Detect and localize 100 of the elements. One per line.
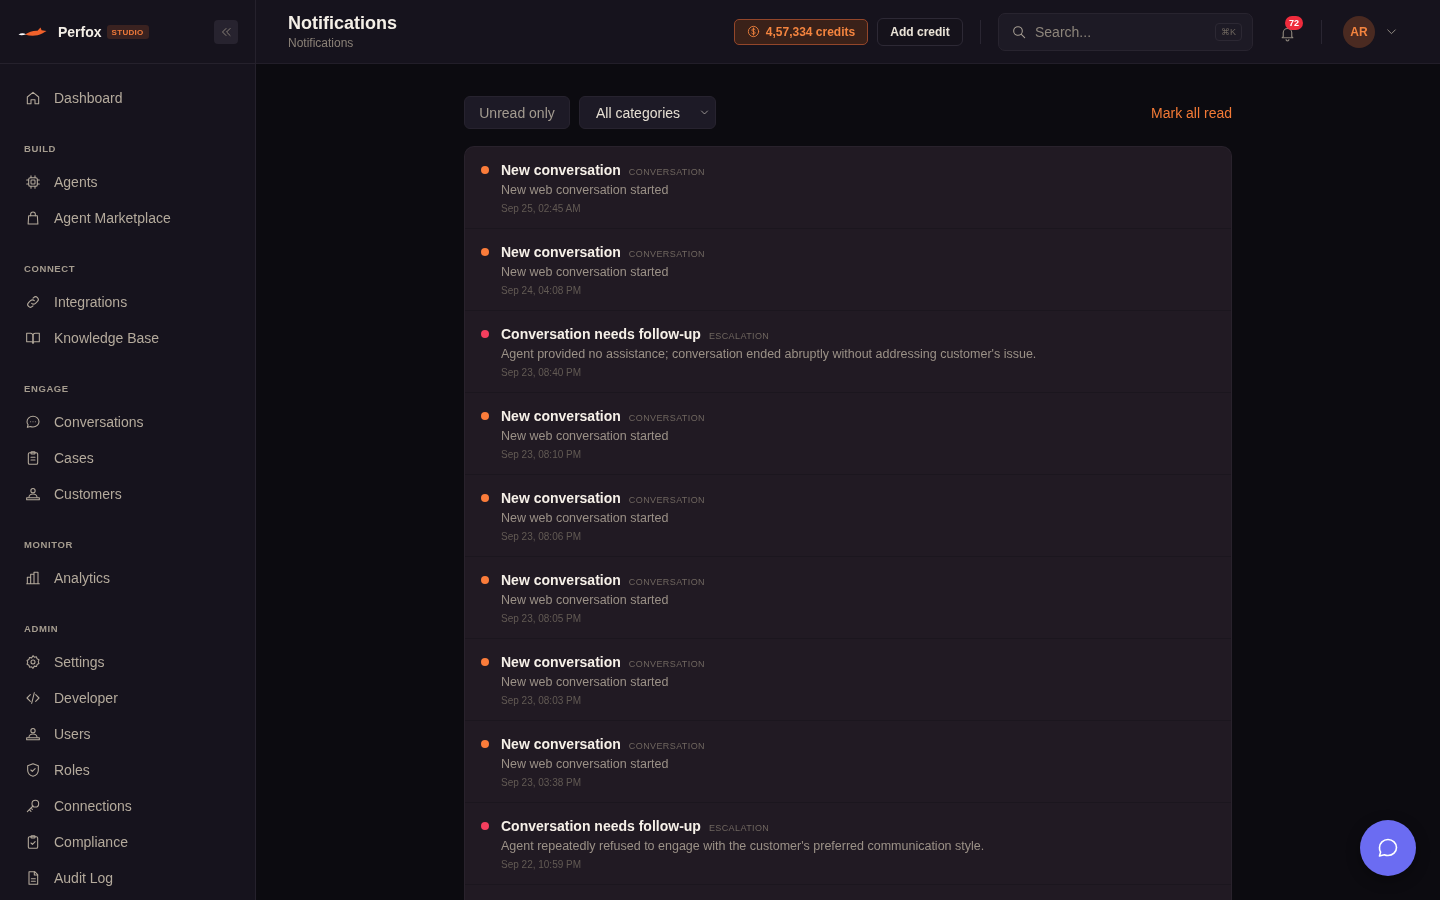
category-label: CONVERSATION xyxy=(628,741,705,751)
notification-count-badge: 72 xyxy=(1285,15,1303,30)
category-label: CONVERSATION xyxy=(628,659,705,669)
notification-item[interactable]: New conversation CONVERSATION New web conversation started Sep 23, 03:38 PM xyxy=(465,721,1231,803)
notification-item[interactable]: New conversation CONVERSATION New web conversation started Sep 23, 08:10 PM xyxy=(465,393,1231,475)
category-label: CONVERSATION xyxy=(628,577,705,587)
category-label: CONVERSATION xyxy=(628,249,705,259)
user-avatar[interactable]: AR xyxy=(1343,15,1375,48)
category-label: CONVERSATION xyxy=(628,413,705,423)
nav-item[interactable]: Analytics xyxy=(16,560,239,596)
notification-time: Sep 24, 04:08 PM xyxy=(501,284,582,298)
notification-title: New conversation xyxy=(501,161,621,179)
notification-description: New web conversation started xyxy=(501,428,669,445)
category-label: CONVERSATION xyxy=(628,495,705,505)
notification-description: New web conversation started xyxy=(501,592,669,609)
category-dropdown[interactable]: All categories xyxy=(579,96,716,129)
shopping-bag-icon xyxy=(25,210,41,226)
notification-item[interactable]: Conversation needs follow-up ESCALATION Agent provided no assistance; conversation ended abruptly without addressing customer's issue. Sep 23, 08:40 PM xyxy=(465,311,1231,393)
page-title: Notifications xyxy=(288,12,397,34)
settings-icon xyxy=(25,654,41,670)
notifications-button[interactable]: 72 xyxy=(1271,15,1304,48)
unread-only-toggle[interactable]: Unread only xyxy=(464,96,570,129)
notification-title: Conversation needs follow-up xyxy=(501,325,701,343)
chat-bubble-icon xyxy=(1376,836,1400,860)
nav-item[interactable]: Knowledge Base xyxy=(16,320,239,356)
studio-badge: STUDIO xyxy=(106,24,149,39)
chip-icon xyxy=(25,174,41,190)
mark-all-read-link[interactable]: Mark all read xyxy=(1151,104,1232,121)
notification-time: Sep 23, 08:06 PM xyxy=(501,530,582,544)
person-icon xyxy=(25,726,41,742)
notification-title: New conversation xyxy=(501,489,621,507)
document-icon xyxy=(25,870,41,886)
nav-item[interactable]: Conversations xyxy=(16,404,239,440)
key-icon xyxy=(25,798,41,814)
nav-item[interactable]: Settings xyxy=(16,644,239,680)
notification-title: New conversation xyxy=(501,407,621,425)
notification-item[interactable]: New conversation CONVERSATION New web conversation started Sep 23, 08:03 PM xyxy=(465,639,1231,721)
notification-time: Sep 25, 02:45 AM xyxy=(501,202,581,216)
notification-time: Sep 23, 03:38 PM xyxy=(501,776,582,790)
notification-title: New conversation xyxy=(501,735,621,753)
notification-time: Sep 23, 08:10 PM xyxy=(501,448,582,462)
clipboard-check-icon xyxy=(25,834,41,850)
search-icon xyxy=(1011,23,1027,40)
chevron-down-icon xyxy=(700,108,709,117)
nav-item[interactable]: Cases xyxy=(16,440,239,476)
notification-title: New conversation xyxy=(501,653,621,671)
notification-description: New web conversation started xyxy=(501,182,669,199)
section-label: CONNECT xyxy=(23,263,76,275)
notification-item[interactable]: New conversation CONVERSATION New web conversation started Sep 25, 02:45 AM xyxy=(465,147,1231,229)
category-label: CONVERSATION xyxy=(628,167,705,177)
notification-description: New web conversation started xyxy=(501,264,669,281)
nav-item[interactable]: Agent Marketplace xyxy=(16,200,239,236)
nav-item[interactable]: Customers xyxy=(16,476,239,512)
home-icon xyxy=(25,90,41,106)
nav-item[interactable]: Dashboard xyxy=(16,80,239,116)
notification-time: Sep 23, 08:40 PM xyxy=(501,366,582,380)
nav-item[interactable]: Compliance xyxy=(16,824,239,860)
notification-title: New conversation xyxy=(501,571,621,589)
category-label: ESCALATION xyxy=(708,823,770,833)
nav-item[interactable]: Connections xyxy=(16,788,239,824)
section-label: MONITOR xyxy=(23,539,73,551)
notification-description: Agent repeatedly refused to engage with the customer's preferred communication style. xyxy=(501,838,985,855)
notification-item[interactable]: New conversation CONVERSATION New web conversation started Sep 23, 08:06 PM xyxy=(465,475,1231,557)
shortcut-hint: ⌘K xyxy=(1215,22,1242,41)
person-icon xyxy=(25,486,41,502)
category-label: ESCALATION xyxy=(708,331,770,341)
bar-chart-icon xyxy=(25,570,41,586)
add-credit-button[interactable]: Add credit xyxy=(877,17,963,46)
collapse-sidebar-button[interactable] xyxy=(214,19,238,44)
nav-item[interactable]: Agents xyxy=(16,164,239,200)
notification-description: New web conversation started xyxy=(501,510,669,527)
nav-item[interactable]: Users xyxy=(16,716,239,752)
shield-check-icon xyxy=(25,762,41,778)
clipboard-icon xyxy=(25,450,41,466)
section-label: BUILD xyxy=(23,143,57,155)
notification-time: Sep 22, 10:59 PM xyxy=(501,858,582,872)
notification-description: New web conversation started xyxy=(501,674,669,691)
chat-button[interactable] xyxy=(1360,820,1416,876)
page-subtitle: Notifications xyxy=(288,36,354,51)
notification-time: Sep 23, 08:03 PM xyxy=(501,694,582,708)
book-icon xyxy=(25,330,41,346)
brand-name: Perfox xyxy=(58,23,102,40)
notification-description: New web conversation started xyxy=(501,756,669,773)
chat-bubble-icon xyxy=(25,414,41,430)
section-label: ENGAGE xyxy=(23,383,69,395)
notification-time: Sep 23, 08:05 PM xyxy=(501,612,582,626)
nav-item[interactable]: Developer xyxy=(16,680,239,716)
nav-item[interactable]: Integrations xyxy=(16,284,239,320)
notification-item[interactable]: Conversation needs follow-up ESCALATION Agent repeatedly refused to engage with the customer's preferred communication style. Sep 22, 10:59 PM xyxy=(465,803,1231,885)
code-icon xyxy=(25,690,41,706)
notification-item[interactable]: New conversation CONVERSATION New web conversation started Sep 24, 04:08 PM xyxy=(465,229,1231,311)
coin-icon xyxy=(746,25,760,38)
credits-balance-button[interactable]: 4,57,334 credits xyxy=(734,18,868,45)
section-label: ADMIN xyxy=(23,623,59,635)
nav-item[interactable]: Audit Log xyxy=(16,860,239,896)
link-icon xyxy=(25,294,41,310)
notification-title: New conversation xyxy=(501,243,621,261)
search-input[interactable]: Search... xyxy=(1035,21,1207,42)
notification-item[interactable]: New conversation CONVERSATION New web conversation started Sep 23, 08:05 PM xyxy=(465,557,1231,639)
nav-item[interactable]: Roles xyxy=(16,752,239,788)
